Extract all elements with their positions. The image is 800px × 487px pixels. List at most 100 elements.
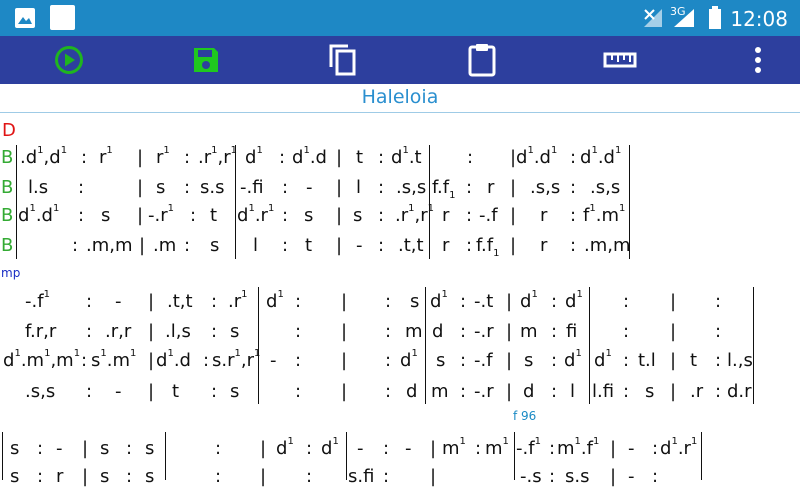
solfa-note: f.r,r bbox=[25, 321, 57, 342]
solfa-note: s bbox=[10, 438, 20, 459]
beat-separator: : bbox=[295, 350, 302, 371]
beat-separator: | bbox=[260, 438, 267, 459]
solfa-note: - bbox=[405, 438, 412, 459]
beat-separator: | bbox=[670, 291, 677, 312]
signal-icon bbox=[674, 9, 694, 27]
beat-separator: : bbox=[378, 177, 385, 198]
beat-separator: : bbox=[37, 466, 44, 487]
barline bbox=[2, 432, 3, 480]
solfa-note: d1.d1 bbox=[516, 145, 558, 168]
solfa-note: fi bbox=[566, 321, 578, 342]
solfa-note: - bbox=[115, 381, 122, 402]
play-icon bbox=[55, 46, 83, 74]
beat-separator: : bbox=[378, 235, 385, 256]
beat-separator: | bbox=[670, 321, 677, 342]
beat-separator: | bbox=[260, 466, 267, 487]
beat-separator: : bbox=[385, 321, 392, 342]
solfa-note: f.f1 bbox=[432, 177, 456, 201]
beat-separator: | bbox=[148, 381, 155, 402]
solfa-note: .l,s bbox=[165, 321, 191, 342]
solfa-note: s bbox=[353, 205, 363, 226]
solfa-note: d1.r1 bbox=[660, 436, 698, 459]
ruler-button[interactable] bbox=[592, 36, 648, 84]
solfa-note: -.f1 bbox=[516, 436, 541, 459]
beat-separator: : bbox=[570, 177, 577, 198]
barline bbox=[753, 287, 754, 404]
save-button[interactable] bbox=[178, 36, 234, 84]
beat-separator: : bbox=[86, 381, 93, 402]
solfa-note: d.r bbox=[727, 381, 752, 402]
paste-button[interactable] bbox=[454, 36, 510, 84]
solfa-note: -.f bbox=[479, 205, 498, 226]
beat-separator: : bbox=[215, 438, 222, 459]
beat-separator: | bbox=[341, 291, 348, 312]
beat-separator: | bbox=[336, 177, 343, 198]
solfa-note: -.s bbox=[520, 466, 542, 487]
barline bbox=[16, 145, 17, 259]
barline bbox=[429, 145, 430, 259]
clipboard-icon bbox=[468, 44, 496, 77]
more-button[interactable] bbox=[730, 36, 786, 84]
solfa-note: s.s bbox=[565, 466, 590, 487]
beat-separator: : bbox=[378, 147, 385, 168]
beat-separator: : bbox=[383, 438, 390, 459]
solfa-note: .s,s bbox=[25, 381, 56, 402]
voice-label: B bbox=[1, 235, 14, 256]
play-button[interactable] bbox=[41, 36, 97, 84]
solfa-note: s bbox=[230, 381, 240, 402]
solfa-note: d1 bbox=[564, 348, 582, 371]
beat-separator: : bbox=[184, 177, 191, 198]
beat-separator: : bbox=[306, 466, 313, 487]
beat-separator: : bbox=[467, 147, 474, 168]
solfa-note: d bbox=[523, 381, 535, 402]
gallery-icon bbox=[15, 8, 35, 28]
beat-separator: | bbox=[137, 177, 144, 198]
solfa-note: m1 bbox=[485, 436, 509, 459]
beat-separator: : bbox=[460, 321, 467, 342]
beat-separator: : bbox=[466, 177, 473, 198]
beat-separator: : bbox=[460, 291, 467, 312]
dynamic-marking: mp bbox=[1, 266, 21, 280]
solfa-note: -.fi bbox=[240, 177, 264, 198]
solfa-note: s bbox=[100, 466, 110, 487]
beat-separator: : bbox=[295, 291, 302, 312]
beat-separator: : bbox=[86, 321, 93, 342]
more-vert-icon bbox=[755, 47, 761, 73]
beat-separator: : bbox=[78, 177, 85, 198]
beat-separator: : bbox=[623, 381, 630, 402]
key-signature: D bbox=[2, 120, 16, 141]
solfa-note: d1 bbox=[430, 289, 448, 312]
solfa-note: s bbox=[230, 321, 240, 342]
beat-separator: : bbox=[385, 291, 392, 312]
solfa-note: -.f bbox=[474, 350, 493, 371]
voice-label: B bbox=[1, 177, 14, 198]
solfa-note: - bbox=[628, 466, 635, 487]
beat-separator: : bbox=[211, 291, 218, 312]
solfa-note: d1.d1 bbox=[18, 203, 60, 226]
beat-separator: : bbox=[383, 466, 390, 487]
beat-separator: : bbox=[551, 381, 558, 402]
solfa-note: d1 bbox=[321, 436, 339, 459]
beat-separator: : bbox=[81, 350, 88, 371]
beat-separator: : bbox=[282, 177, 289, 198]
beat-separator: : bbox=[279, 147, 286, 168]
beat-separator: : bbox=[295, 381, 302, 402]
solfa-note: - bbox=[357, 438, 364, 459]
solfa-note: .m,m bbox=[584, 235, 631, 256]
clock: 12:08 bbox=[730, 7, 788, 31]
solfa-note: d1 bbox=[245, 145, 263, 168]
beat-separator: : bbox=[570, 235, 577, 256]
copy-button[interactable] bbox=[315, 36, 371, 84]
beat-separator: | bbox=[82, 438, 89, 459]
beat-separator: : bbox=[460, 350, 467, 371]
solfa-note: r bbox=[442, 235, 450, 256]
beat-separator: | bbox=[336, 205, 343, 226]
solfa-note: s bbox=[436, 350, 446, 371]
solfa-note: .m,m bbox=[86, 235, 133, 256]
barline bbox=[346, 432, 347, 480]
beat-separator: : bbox=[623, 321, 630, 342]
beat-separator: : bbox=[378, 205, 385, 226]
beat-separator: : bbox=[549, 466, 556, 487]
solfa-note: d bbox=[432, 321, 444, 342]
solfa-note: l.s bbox=[28, 177, 49, 198]
